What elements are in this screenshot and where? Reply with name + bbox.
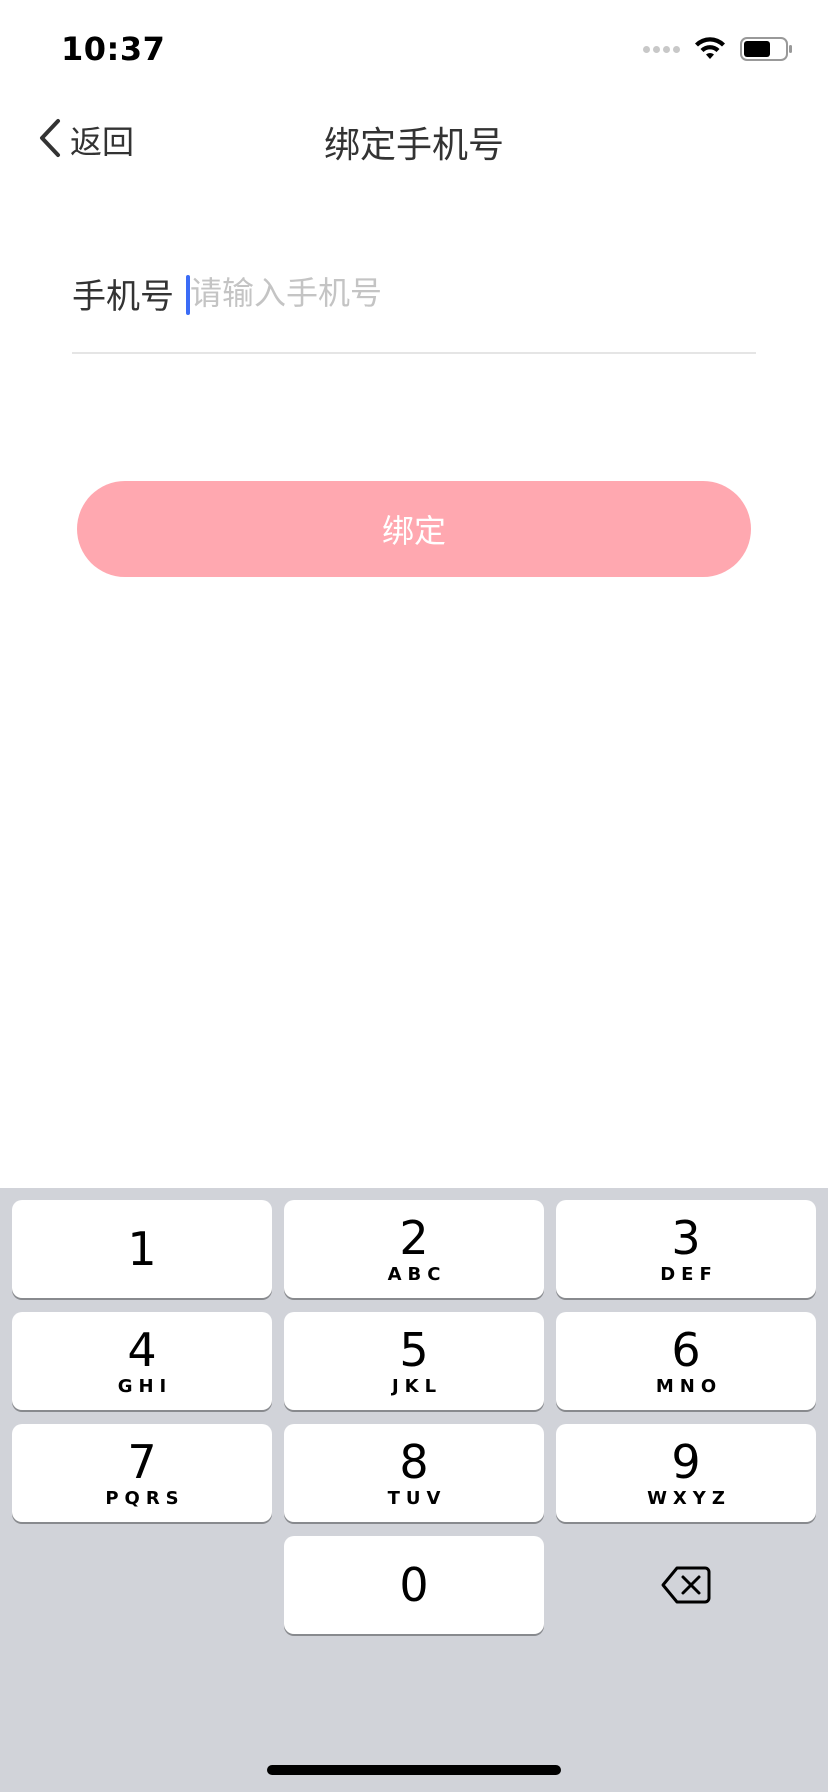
key-digit: 6 — [671, 1323, 701, 1377]
status-bar: 10:37 — [0, 0, 828, 96]
text-caret — [186, 275, 190, 315]
bind-button[interactable]: 绑定 — [77, 481, 751, 577]
key-5[interactable]: 5 JKL — [284, 1312, 544, 1410]
delete-key[interactable] — [556, 1538, 816, 1636]
key-3[interactable]: 3 DEF — [556, 1200, 816, 1298]
nav-bar: 返回 绑定手机号 — [0, 96, 828, 184]
key-digit: 3 — [671, 1211, 701, 1265]
key-letters: MNO — [655, 1376, 723, 1397]
key-2[interactable]: 2 ABC — [284, 1200, 544, 1298]
key-letters: DEF — [660, 1264, 718, 1285]
key-9[interactable]: 9 WXYZ — [556, 1424, 816, 1522]
status-icons — [643, 36, 794, 62]
status-time: 10:37 — [61, 30, 166, 68]
backspace-icon — [661, 1565, 711, 1609]
phone-input[interactable] — [186, 263, 756, 323]
key-digit: 4 — [127, 1323, 157, 1377]
key-letters: GHI — [117, 1376, 173, 1397]
key-digit: 2 — [399, 1211, 429, 1265]
key-7[interactable]: 7 PQRS — [12, 1424, 272, 1522]
wifi-icon — [694, 37, 726, 61]
bind-phone-screen: 10:37 返回 绑定手机号 手机号 请输入手机号 绑定 1 2 ABC 3 D… — [0, 0, 828, 1792]
phone-input-row: 手机号 — [72, 263, 756, 354]
key-4[interactable]: 4 GHI — [12, 1312, 272, 1410]
page-title: 绑定手机号 — [323, 125, 504, 166]
key-letters: PQRS — [105, 1488, 185, 1509]
phone-label: 手机号 — [72, 276, 174, 317]
numeric-keyboard: 1 2 ABC 3 DEF 4 GHI 5 JKL 6 MNO 7 PQRS 8 — [0, 1188, 828, 1792]
phone-input-wrap — [186, 263, 756, 323]
key-6[interactable]: 6 MNO — [556, 1312, 816, 1410]
key-0[interactable]: 0 — [284, 1536, 544, 1634]
signal-icon — [643, 45, 680, 53]
battery-icon — [740, 36, 794, 62]
key-1[interactable]: 1 — [12, 1200, 272, 1298]
key-letters: JKL — [391, 1376, 443, 1397]
key-letters: ABC — [387, 1264, 447, 1285]
key-8[interactable]: 8 TUV — [284, 1424, 544, 1522]
key-digit: 8 — [399, 1435, 429, 1489]
home-indicator — [267, 1765, 561, 1775]
key-digit: 5 — [399, 1323, 429, 1377]
key-digit: 9 — [671, 1435, 701, 1489]
key-letters: TUV — [387, 1488, 447, 1509]
key-digit: 1 — [127, 1222, 157, 1276]
key-digit: 7 — [127, 1435, 157, 1489]
key-digit: 0 — [399, 1558, 429, 1612]
key-letters: WXYZ — [647, 1488, 731, 1509]
